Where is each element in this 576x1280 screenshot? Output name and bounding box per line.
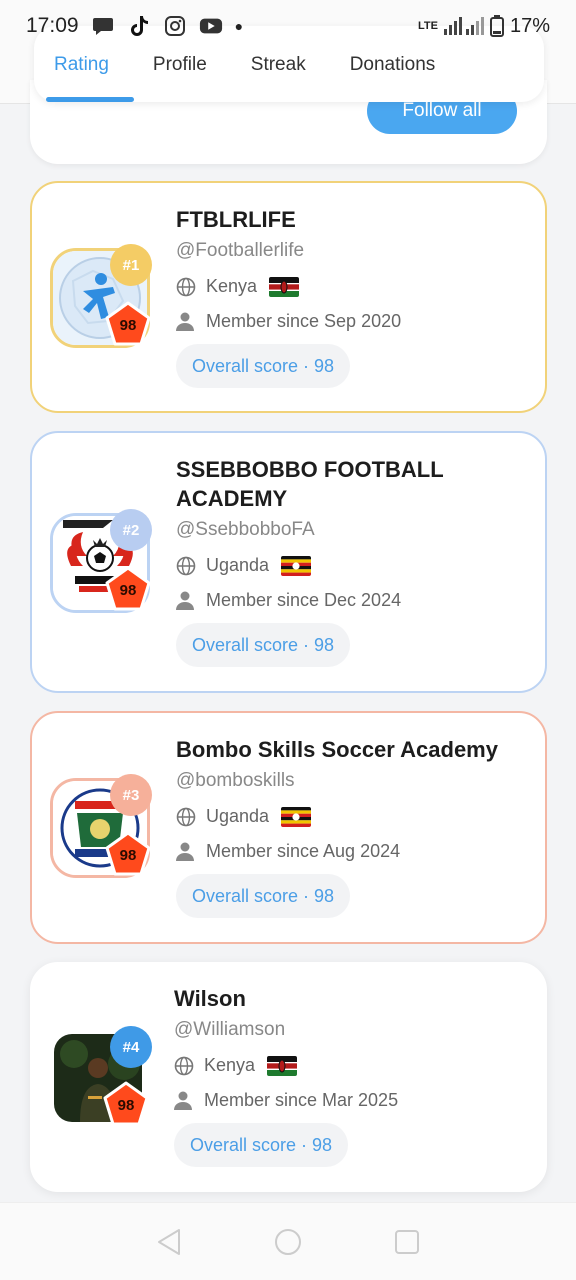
globe-icon (176, 807, 196, 827)
player-card[interactable]: #3 98 Bombo Skills Soccer Academy @bombo… (30, 711, 547, 944)
score-badge: 98 (104, 300, 152, 348)
globe-icon (176, 277, 196, 297)
rank-badge: #3 (110, 774, 152, 816)
overall-score-pill: Overall score · 98 (176, 874, 351, 918)
overall-score-pill: Overall score · 98 (174, 1123, 349, 1167)
rank-badge: #1 (110, 244, 152, 286)
player-handle: @Footballerlife (176, 240, 305, 261)
member-since: Member since Dec 2024 (206, 590, 402, 610)
rank-badge: #2 (110, 509, 152, 551)
tab-profile[interactable]: Profile (153, 54, 207, 76)
member-since: Member since Aug 2024 (206, 841, 401, 861)
player-name: SSEBBOBBO FOOTBALL ACADEMY (176, 457, 444, 511)
player-handle: @bomboskills (176, 770, 295, 791)
score-badge: 98 (104, 830, 152, 878)
back-icon[interactable] (154, 1227, 184, 1257)
active-tab-indicator (46, 97, 134, 102)
person-icon (176, 312, 196, 332)
signal-icon (443, 17, 484, 35)
home-icon[interactable] (273, 1227, 303, 1257)
player-country: Kenya (204, 1055, 256, 1075)
youtube-icon (199, 15, 223, 37)
player-country: Uganda (206, 806, 270, 826)
instagram-icon (163, 15, 187, 37)
player-card[interactable]: #4 98 Wilson @Williamson Kenya Member si… (30, 962, 547, 1192)
score-badge: 98 (104, 565, 152, 613)
globe-icon (176, 556, 196, 576)
tab-rating[interactable]: Rating (54, 54, 109, 76)
uganda-flag-icon (281, 806, 312, 827)
globe-icon (174, 1056, 194, 1076)
person-icon (176, 591, 196, 611)
kenya-flag-icon (267, 1055, 298, 1076)
player-card[interactable]: #2 98 SSEBBOBBO FOOTBALL ACADEMY @Ssebbo… (30, 431, 547, 693)
player-card[interactable]: #1 98 FTBLRLIFE @Footballerlife Kenya Me… (30, 181, 547, 413)
tab-streak[interactable]: Streak (251, 54, 306, 76)
uganda-flag-icon (281, 555, 312, 576)
notification-dot-icon: ● (234, 18, 244, 34)
player-name: FTBLRLIFE (176, 207, 296, 232)
player-name: Wilson (174, 986, 246, 1011)
person-icon (176, 842, 196, 862)
recents-icon[interactable] (392, 1227, 422, 1257)
rank-badge: #4 (110, 1026, 152, 1068)
player-handle: @Williamson (174, 1019, 286, 1040)
member-since: Member since Mar 2025 (204, 1090, 399, 1110)
kenya-flag-icon (269, 276, 300, 297)
status-time: 17:09 (26, 14, 79, 37)
player-name: Bombo Skills Soccer Academy (176, 737, 498, 762)
message-icon (91, 15, 115, 37)
player-handle: @SsebbobboFA (176, 519, 315, 540)
score-badge: 98 (102, 1080, 150, 1128)
overall-score-pill: Overall score · 98 (176, 344, 351, 388)
battery-icon (489, 15, 504, 37)
player-country: Uganda (206, 555, 270, 575)
system-nav-bar (0, 1202, 576, 1280)
person-icon (174, 1091, 194, 1111)
tiktok-icon (127, 15, 151, 37)
network-label: LTE (418, 20, 438, 32)
overall-score-pill: Overall score · 98 (176, 623, 351, 667)
player-country: Kenya (206, 276, 258, 296)
status-bar: 17:09 ● LTE 17% (0, 0, 576, 52)
tab-donations[interactable]: Donations (350, 54, 436, 76)
battery-level: 17% (509, 14, 550, 37)
member-since: Member since Sep 2020 (206, 311, 402, 331)
